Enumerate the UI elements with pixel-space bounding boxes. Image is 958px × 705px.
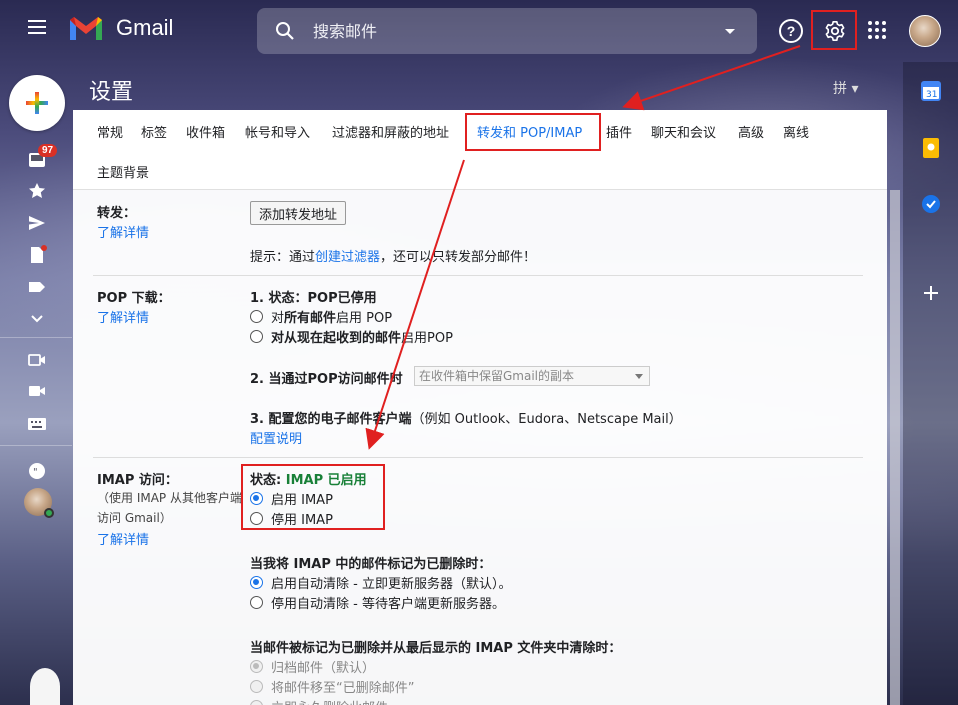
auto-expunge-off-label: 停用自动清除 - 等待客户端更新服务器。 (271, 597, 505, 612)
help-widget[interactable] (30, 668, 60, 705)
help-icon[interactable]: ? (779, 19, 803, 43)
search-icon[interactable] (275, 21, 295, 41)
meeting-join-icon[interactable] (27, 381, 47, 401)
keep-icon[interactable] (920, 137, 942, 159)
pop-step3: 3. 配置您的电子邮件客户端（例如 Outlook、Eudora、Netscap… (250, 408, 682, 427)
apps-icon[interactable] (868, 21, 886, 39)
pop-all-radio[interactable] (250, 310, 263, 323)
imap-status-value: IMAP 已启用 (285, 473, 367, 488)
tab-themes[interactable]: 主题背景 (97, 162, 149, 181)
gear-icon[interactable] (824, 20, 846, 42)
svg-text:31: 31 (926, 90, 937, 100)
forwarding-tip: 提示：通过创建过滤器，还可以只转发部分邮件！ (250, 246, 536, 265)
rail-divider (0, 337, 72, 338)
forwarding-label: 转发： (97, 206, 137, 221)
account-avatar[interactable] (909, 15, 941, 47)
imap-status-prefix: 状态: (250, 473, 286, 488)
imap-enable-radio[interactable] (250, 492, 263, 505)
calendar-icon[interactable]: 31 (920, 80, 942, 102)
tasks-icon[interactable] (920, 193, 942, 215)
pop-step3-rest: （例如 Outlook、Eudora、Netscape Mail） (411, 412, 682, 427)
add-forwarding-address-button[interactable]: 添加转发地址 (250, 201, 347, 225)
video-icon[interactable] (27, 350, 47, 370)
tab-highlight-box (465, 113, 601, 151)
pop-all-bold: 所有邮件 (284, 311, 337, 326)
tab-advanced[interactable]: 高级 (738, 122, 764, 141)
gmail-logo-icon (70, 17, 102, 40)
chat-icon[interactable]: " (27, 462, 47, 482)
move-to-trash-radio[interactable] (250, 680, 263, 693)
compose-button[interactable] (9, 75, 65, 131)
tab-offline[interactable]: 离线 (783, 122, 809, 141)
pop-all-prefix: 对 (271, 311, 285, 326)
pop-from-now-label: 对从现在起收到的邮件启用POP (271, 327, 453, 346)
auto-expunge-on-radio[interactable] (250, 576, 263, 589)
add-icon[interactable] (920, 282, 942, 304)
create-filter-link[interactable]: 创建过滤器 (315, 250, 380, 265)
star-icon[interactable] (27, 181, 47, 201)
tab-chat-meet[interactable]: 聊天和会议 (651, 122, 716, 141)
drafts-icon[interactable] (27, 245, 47, 265)
imap-status: 状态: IMAP 已启用 (250, 469, 367, 488)
search-options-icon[interactable] (725, 28, 735, 34)
rail-divider (0, 445, 72, 446)
imap-enable-label: 启用 IMAP (271, 493, 333, 508)
online-status-dot (44, 508, 54, 518)
archive-radio[interactable] (250, 660, 263, 673)
imap-learn-more-link[interactable]: 了解详情 (97, 529, 149, 548)
pop-status-value: POP已停用 (307, 291, 377, 306)
send-icon[interactable] (27, 213, 47, 233)
pop-step3-bold: 3. 配置您的电子邮件客户端 (250, 412, 412, 427)
imap-expunge-heading: 当邮件被标记为已删除并从最后显示的 IMAP 文件夹中清除时： (250, 641, 622, 656)
pop-all-label: 对所有邮件启用 POP (271, 307, 392, 326)
imap-disable-label: 停用 IMAP (271, 513, 333, 528)
menu-icon[interactable] (22, 16, 52, 46)
pop-status: 1. 状态：POP已停用 (250, 287, 377, 306)
svg-text:": " (33, 467, 38, 478)
section-divider (93, 457, 863, 458)
tab-inbox[interactable]: 收件箱 (186, 122, 225, 141)
top-bar: Gmail ? (0, 0, 958, 62)
tab-addons[interactable]: 插件 (606, 122, 632, 141)
config-instructions-link[interactable]: 配置说明 (250, 428, 302, 447)
tab-accounts[interactable]: 帐号和导入 (245, 122, 310, 141)
tab-general[interactable]: 常规 (97, 122, 123, 141)
pop-from-now-bold: 对从现在起收到的邮件 (271, 331, 402, 346)
label-icon[interactable] (27, 277, 47, 297)
pop-label: POP 下载： (97, 291, 171, 306)
section-divider (93, 275, 863, 276)
imap-deleted-heading: 当我将 IMAP 中的邮件标记为已删除时： (250, 557, 492, 572)
forwarding-learn-more-link[interactable]: 了解详情 (97, 222, 149, 241)
inbox-count-badge: 97 (38, 144, 58, 157)
gmail-logo-text: Gmail (116, 15, 174, 40)
pop-status-prefix: 1. 状态： (250, 291, 308, 306)
gmail-logo[interactable]: Gmail (68, 14, 173, 42)
forwarding-tip-suffix: ，还可以只转发部分邮件！ (380, 250, 537, 265)
search-bar[interactable] (257, 8, 757, 54)
pop-from-now-suffix: 启用POP (401, 331, 453, 346)
auto-expunge-on-label: 启用自动清除 - 立即更新服务器（默认）。 (271, 577, 512, 592)
page-title: 设置 (89, 80, 134, 105)
pop-from-now-radio[interactable] (250, 330, 263, 343)
imap-label: IMAP 访问： (97, 473, 178, 488)
imap-sublabel: （使用 IMAP 从其他客户端访问 Gmail） (97, 491, 242, 525)
forwarding-tip-prefix: 提示：通过 (250, 250, 316, 265)
pop-all-suffix: 启用 POP (336, 311, 393, 326)
imap-disable-radio[interactable] (250, 512, 263, 525)
input-tools-button[interactable]: 拼 ▾ (833, 78, 858, 98)
scrollbar[interactable] (890, 190, 900, 705)
auto-expunge-off-radio[interactable] (250, 596, 263, 609)
delete-forever-label: 立即永久删除此邮件 (271, 697, 388, 705)
move-to-trash-label: 将邮件移至“已删除邮件” (271, 681, 415, 696)
tab-labels[interactable]: 标签 (141, 122, 167, 141)
chevron-down-icon[interactable] (27, 309, 47, 329)
keyboard-icon[interactable] (27, 414, 47, 434)
archive-label: 归档邮件（默认） (271, 661, 376, 676)
pop-learn-more-link[interactable]: 了解详情 (97, 307, 149, 326)
pop-step2: 2. 当通过POP访问邮件时 (250, 372, 403, 387)
search-input[interactable] (313, 21, 725, 41)
pop-action-select[interactable]: 在收件箱中保留Gmail的副本 (414, 366, 650, 386)
tab-filters[interactable]: 过滤器和屏蔽的地址 (332, 122, 449, 141)
